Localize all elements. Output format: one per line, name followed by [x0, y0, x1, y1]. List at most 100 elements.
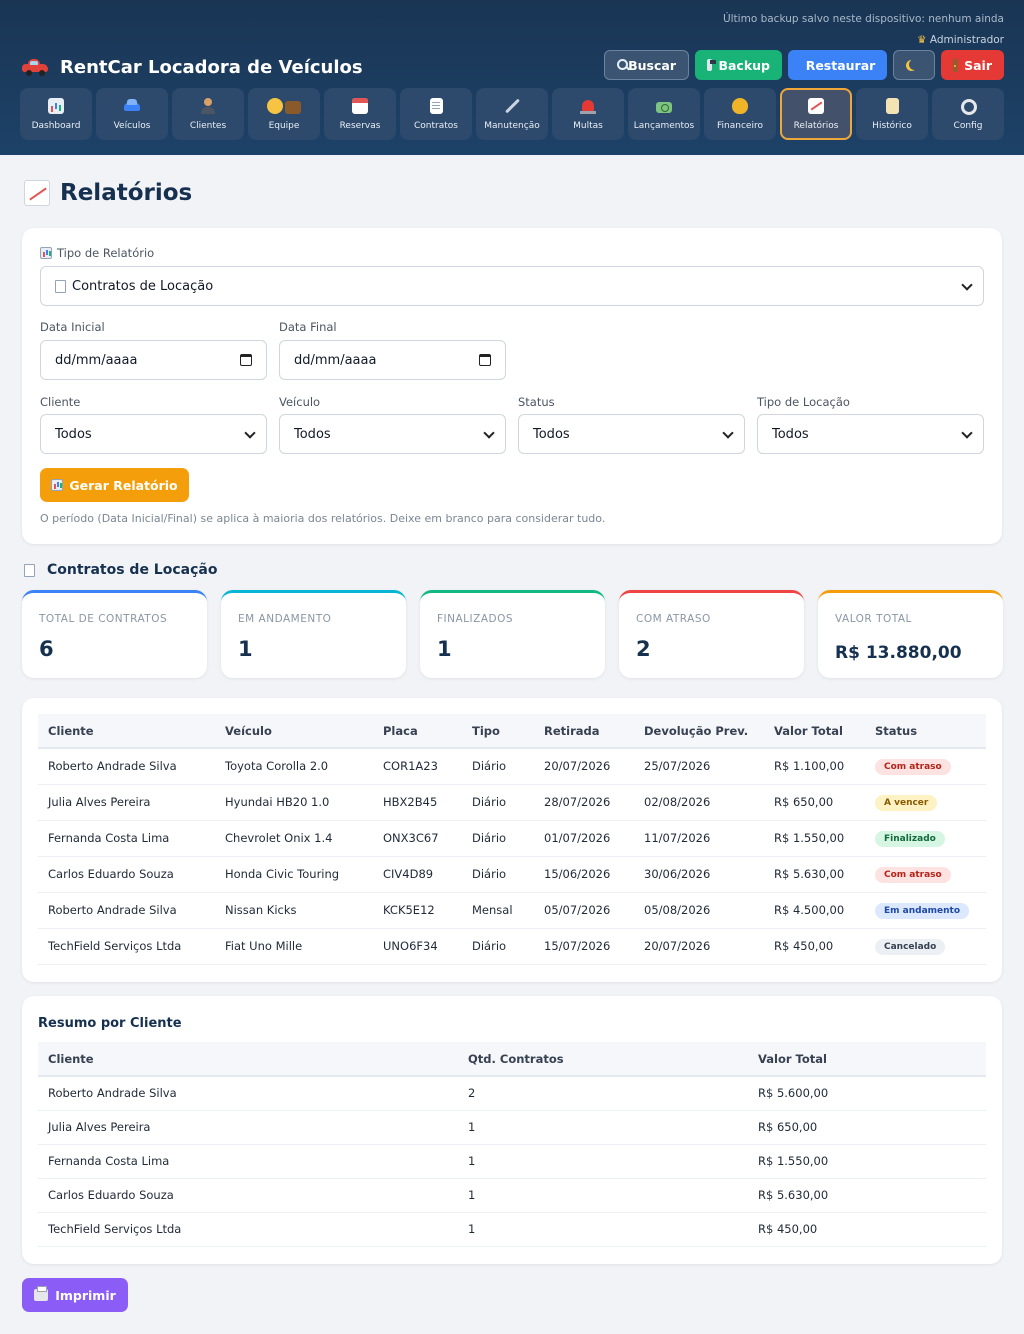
stat-value: 6	[39, 637, 54, 661]
cell-retirada: 01/07/2026	[534, 820, 634, 857]
stat-value: 2	[636, 637, 651, 661]
backup-status: Último backup salvo neste dispositivo: n…	[722, 13, 1004, 25]
cell-cliente: Fernanda Costa Lima	[38, 1144, 458, 1179]
nav-historico[interactable]: Histórico	[856, 88, 928, 140]
table-row[interactable]: Roberto Andrade Silva 2 R$ 5.600,00	[38, 1076, 986, 1111]
column-header[interactable]: Retirada	[534, 714, 634, 749]
table-row[interactable]: Julia Alves Pereira 1 R$ 650,00	[38, 1110, 986, 1145]
cell-placa: HBX2B45	[373, 784, 462, 821]
cell-valor: R$ 650,00	[764, 784, 865, 821]
nav-multas[interactable]: Multas	[552, 88, 624, 140]
nav-equipe[interactable]: Equipe	[248, 88, 320, 140]
nav-config[interactable]: Config	[932, 88, 1004, 140]
search-button[interactable]: Buscar	[604, 50, 689, 80]
column-header[interactable]: Tipo	[462, 714, 534, 749]
client-label: Cliente	[40, 395, 81, 409]
column-header[interactable]: Cliente	[38, 714, 215, 749]
stat-total-contracts: TOTAL DE CONTRATOS 6	[22, 590, 207, 678]
cell-cliente: TechField Serviços Ltda	[38, 928, 215, 965]
stat-label: FINALIZADOS	[437, 613, 514, 625]
nav-clientes[interactable]: Clientes	[172, 88, 244, 140]
door-icon	[953, 58, 959, 72]
cell-cliente: Roberto Andrade Silva	[38, 892, 215, 929]
app-header: Último backup salvo neste dispositivo: n…	[0, 0, 1024, 155]
trend-chart-icon	[24, 180, 50, 206]
cell-valor: R$ 5.600,00	[748, 1076, 986, 1111]
chevron-down-icon	[961, 279, 973, 291]
printer-icon	[34, 1286, 49, 1301]
cell-cliente: Roberto Andrade Silva	[38, 748, 215, 785]
briefcase-icon	[285, 101, 301, 114]
report-type-select[interactable]: Contratos de Locação	[40, 266, 984, 306]
column-header[interactable]: Cliente	[38, 1042, 458, 1077]
logout-button[interactable]: Sair	[941, 50, 1004, 80]
table-row[interactable]: TechField Serviços Ltda 1 R$ 450,00	[38, 1212, 986, 1247]
floppy-disk-icon	[707, 59, 717, 71]
bar-chart-icon	[40, 247, 52, 259]
gear-icon	[960, 98, 977, 115]
column-header[interactable]: Devolução Prev.	[634, 714, 764, 749]
cell-devolucao: 02/08/2026	[634, 784, 764, 821]
user-role-label: Administrador	[929, 34, 1004, 46]
table-row[interactable]: Fernanda Costa Lima 1 R$ 1.550,00	[38, 1144, 986, 1179]
rental-type-select[interactable]: Todos	[757, 414, 984, 454]
nav-contratos[interactable]: Contratos	[400, 88, 472, 140]
cell-qtd: 1	[458, 1178, 748, 1213]
status-badge: A vencer	[875, 794, 938, 811]
cell-retirada: 05/07/2026	[534, 892, 634, 929]
scroll-icon	[885, 98, 899, 114]
column-header[interactable]: Placa	[373, 714, 462, 749]
nav-financeiro[interactable]: Financeiro	[704, 88, 776, 140]
cell-placa: KCK5E12	[373, 892, 462, 929]
cell-valor: R$ 5.630,00	[748, 1178, 986, 1213]
client-select[interactable]: Todos	[40, 414, 267, 454]
nav-reservas[interactable]: Reservas	[324, 88, 396, 140]
nav-manutencao[interactable]: Manutenção	[476, 88, 548, 140]
table-row[interactable]: Carlos Eduardo Souza 1 R$ 5.630,00	[38, 1178, 986, 1213]
column-header[interactable]: Veículo	[215, 714, 373, 749]
print-button[interactable]: Imprimir	[22, 1278, 128, 1312]
cell-status: Finalizado	[865, 820, 986, 857]
dark-mode-toggle[interactable]	[893, 50, 935, 80]
status-select[interactable]: Todos	[518, 414, 745, 454]
stat-finished: FINALIZADOS 1	[420, 590, 605, 678]
column-header[interactable]: Status	[865, 714, 986, 749]
contracts-table-card: Cliente Veículo Placa Tipo Retirada Devo…	[22, 698, 1002, 982]
column-header[interactable]: Valor Total	[764, 714, 865, 749]
table-row[interactable]: Carlos Eduardo Souza Honda Civic Touring C…	[38, 856, 986, 893]
cell-valor: R$ 650,00	[748, 1110, 986, 1145]
cell-devolucao: 05/08/2026	[634, 892, 764, 929]
nav-lancamentos[interactable]: Lançamentos	[628, 88, 700, 140]
nav-relatorios[interactable]: Relatórios	[780, 88, 852, 140]
end-date-label: Data Final	[279, 320, 337, 334]
table-row[interactable]: Fernanda Costa Lima Chevrolet Onix 1.4 ONX…	[38, 820, 986, 857]
calendar-icon	[352, 98, 368, 114]
crown-icon: ♛	[917, 34, 927, 46]
nav-dashboard[interactable]: Dashboard	[20, 88, 92, 140]
calendar-icon[interactable]	[479, 354, 491, 366]
report-filters-card: Tipo de Relatório Contratos de Locação D…	[22, 228, 1002, 544]
table-row[interactable]: TechField Serviços Ltda Fiat Uno Mille UNO…	[38, 928, 986, 965]
column-header[interactable]: Qtd. Contratos	[458, 1042, 748, 1077]
start-date-input[interactable]: dd/mm/aaaa	[40, 340, 267, 380]
end-date-input[interactable]: dd/mm/aaaa	[279, 340, 506, 380]
cell-valor: R$ 1.100,00	[764, 748, 865, 785]
nav-label: Lançamentos	[633, 121, 695, 131]
calendar-icon[interactable]	[240, 354, 252, 366]
restore-button[interactable]: Restaurar	[788, 50, 887, 80]
nav-veiculos[interactable]: Veículos	[96, 88, 168, 140]
generate-report-button[interactable]: Gerar Relatório	[40, 468, 189, 502]
cell-tipo: Diário	[462, 820, 534, 857]
backup-button[interactable]: Backup	[695, 50, 782, 80]
stat-in-progress: EM ANDAMENTO 1	[221, 590, 406, 678]
bar-chart-icon	[51, 479, 64, 491]
table-row[interactable]: Roberto Andrade Silva Toyota Corolla 2.0 C…	[38, 748, 986, 785]
column-header[interactable]: Valor Total	[748, 1042, 986, 1077]
vehicle-select[interactable]: Todos	[279, 414, 506, 454]
page-title-text: Relatórios	[60, 180, 193, 206]
nav-label: Multas	[573, 121, 603, 131]
cell-veiculo: Chevrolet Onix 1.4	[215, 820, 373, 857]
table-row[interactable]: Roberto Andrade Silva Nissan Kicks KCK5E12…	[38, 892, 986, 929]
table-row[interactable]: Julia Alves Pereira Hyundai HB20 1.0 HBX2B…	[38, 784, 986, 821]
cell-valor: R$ 5.630,00	[764, 856, 865, 893]
